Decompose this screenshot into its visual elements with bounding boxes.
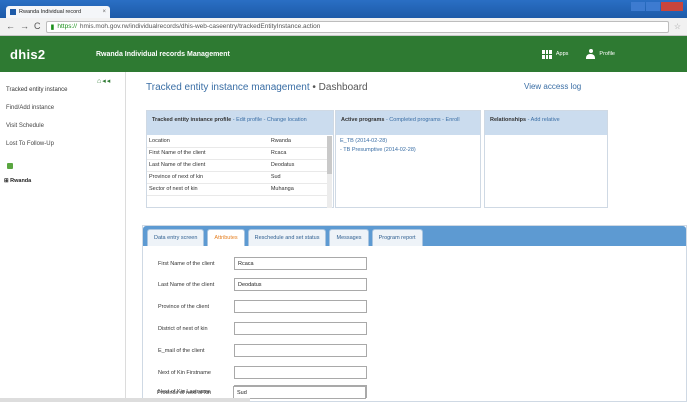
last-name-field[interactable]: Deodatus — [234, 278, 367, 291]
profile-key: First Name of the client — [147, 147, 263, 160]
tab-close-icon[interactable]: × — [102, 9, 106, 15]
programs-panel-title: Active programs — [341, 117, 385, 123]
profile-value: Sud — [262, 171, 327, 184]
tab-program-report[interactable]: Program report — [371, 229, 423, 246]
sidebar-item-tracked-entity-instance[interactable]: Tracked entity instance — [6, 87, 67, 93]
form-row: First Name of the client Rcaca — [158, 257, 367, 270]
browser-titlebar: Rwanda Individual record × — [0, 0, 687, 18]
org-unit-icon[interactable] — [7, 163, 13, 169]
form-row: Next of Kin Firstname — [158, 366, 367, 379]
program-item[interactable]: E_TB (2014-02-28) — [336, 135, 480, 144]
status-bar — [0, 398, 250, 402]
org-unit-tree-root[interactable]: ⊞ Rwanda — [4, 178, 31, 184]
page-title-main: Tracked entity instance management — [146, 82, 310, 93]
table-row: Location Rwanda — [147, 135, 327, 148]
back-icon[interactable]: ← — [6, 22, 15, 31]
maximize-button[interactable] — [646, 2, 660, 11]
field-label: First Name of the client — [158, 260, 215, 267]
relationships-panel-header: Relationships - Add relative — [485, 111, 607, 135]
profile-panel-title: Tracked entity instance profile — [152, 117, 232, 123]
url-path: hmis.moh.gov.rw/individualrecords/dhis-w… — [79, 23, 321, 30]
lock-icon: ▮ — [50, 23, 55, 31]
field-label: Last Name of the client — [158, 281, 215, 288]
sidebar-item-visit-schedule[interactable]: Visit Schedule — [6, 123, 44, 129]
field-label: District of next of kin — [158, 325, 208, 332]
sidebar-toolbar-icons[interactable]: ⌂◂◂ — [97, 77, 111, 85]
program-item[interactable]: - TB Presumptive (2014-02-28) — [336, 144, 480, 153]
profile-panel: Tracked entity instance profile - Edit p… — [146, 110, 334, 208]
tab-bar: Data entry screen Attributes Reschedule … — [143, 226, 686, 246]
forward-icon[interactable]: → — [20, 22, 29, 31]
url-scheme: https:// — [57, 23, 77, 30]
bookmark-star-icon[interactable]: ☆ — [674, 22, 681, 31]
field-label: E_mail of the client — [158, 347, 205, 354]
dhis2-logo[interactable]: dhis2 — [10, 47, 96, 62]
next-of-kin-firstname-field[interactable] — [234, 366, 367, 379]
browser-tab[interactable]: Rwanda Individual record × — [6, 6, 110, 18]
profile-value: Rcaca — [262, 147, 327, 160]
profile-label: Profile — [599, 51, 615, 57]
profile-value: Rwanda — [262, 135, 327, 148]
field-label: Province of next of kin — [157, 389, 212, 396]
email-field[interactable] — [234, 344, 367, 357]
view-access-log-link[interactable]: View access log — [524, 82, 581, 91]
form-row: District of next of kin — [158, 322, 367, 335]
profile-key: Province of next of kin — [147, 171, 263, 184]
reload-icon[interactable]: C — [34, 22, 41, 31]
profile-icon — [586, 49, 596, 59]
first-name-field[interactable]: Rcaca — [234, 257, 367, 270]
app-title: Rwanda Individual records Management — [96, 50, 230, 58]
programs-panel: Active programs - Completed programs - E… — [335, 110, 481, 208]
tab-data-entry-screen[interactable]: Data entry screen — [147, 229, 205, 246]
province-next-of-kin-field[interactable]: Sud — [233, 386, 366, 399]
tab-attributes[interactable]: Attributes — [207, 229, 245, 246]
form-row: E_mail of the client — [158, 344, 367, 357]
profile-table: Location Rwanda First Name of the client R… — [147, 135, 327, 196]
browser-tab-title: Rwanda Individual record — [19, 9, 82, 15]
profile-key: Last Name of the client — [147, 159, 263, 172]
profile-menu-button[interactable]: Profile — [586, 49, 615, 59]
table-row: Sector of next of kin Muhanga — [147, 183, 327, 196]
main-content: Tracked entity instance management • Das… — [126, 72, 687, 402]
address-bar: ← → C ▮ https://hmis.moh.gov.rw/individu… — [0, 18, 687, 36]
url-field[interactable]: ▮ https://hmis.moh.gov.rw/individualreco… — [45, 20, 669, 33]
field-label: Province of the client — [158, 303, 210, 310]
relationships-panel-title: Relationships — [490, 117, 527, 123]
tabs-container: Data entry screen Attributes Reschedule … — [142, 225, 687, 402]
tab-messages[interactable]: Messages — [329, 229, 369, 246]
table-row: Last Name of the client Deodatus — [147, 159, 327, 172]
table-row: Province of next of kin Sud — [147, 171, 327, 184]
form-row: Last Name of the client Deodatus — [158, 278, 367, 291]
programs-panel-header: Active programs - Completed programs - E… — [336, 111, 480, 135]
profile-scrollbar[interactable] — [327, 136, 332, 208]
form-row: Province of the client — [158, 300, 367, 313]
sidebar-item-find-add-instance[interactable]: Find/Add instance — [6, 105, 54, 111]
add-relative-link[interactable]: - Add relative — [528, 117, 560, 123]
app-header: dhis2 Rwanda Individual records Manageme… — [0, 36, 687, 72]
favicon-icon — [10, 9, 16, 15]
minimize-button[interactable] — [631, 2, 645, 11]
apps-label: Apps — [555, 51, 569, 57]
tab-reschedule-and-set-status[interactable]: Reschedule and set status — [247, 229, 327, 246]
sidebar-item-lost-to-follow-up[interactable]: Lost To Follow-Up — [6, 141, 54, 147]
profile-value: Muhanga — [262, 183, 327, 196]
apps-menu-button[interactable]: Apps — [541, 49, 569, 59]
page-title-sub: • Dashboard — [312, 82, 368, 93]
program-links[interactable]: - Completed programs - Enroll — [386, 117, 460, 123]
profile-panel-header: Tracked entity instance profile - Edit p… — [147, 111, 333, 135]
profile-key: Sector of next of kin — [147, 183, 263, 196]
table-row: First Name of the client Rcaca — [147, 147, 327, 160]
district-next-of-kin-field[interactable] — [234, 322, 367, 335]
page-title: Tracked entity instance management • Das… — [146, 82, 368, 93]
edit-profile-links[interactable]: - Edit profile - Change location — [233, 117, 307, 123]
window-controls — [631, 2, 683, 11]
relationships-panel: Relationships - Add relative — [484, 110, 608, 208]
left-sidebar: ⌂◂◂ Tracked entity instance Find/Add ins… — [0, 72, 126, 402]
close-window-button[interactable] — [661, 2, 683, 11]
province-field[interactable] — [234, 300, 367, 313]
apps-grid-icon — [541, 49, 552, 59]
profile-value: Deodatus — [262, 159, 327, 172]
field-label: Next of Kin Firstname — [158, 369, 211, 376]
profile-key: Location — [147, 135, 263, 148]
